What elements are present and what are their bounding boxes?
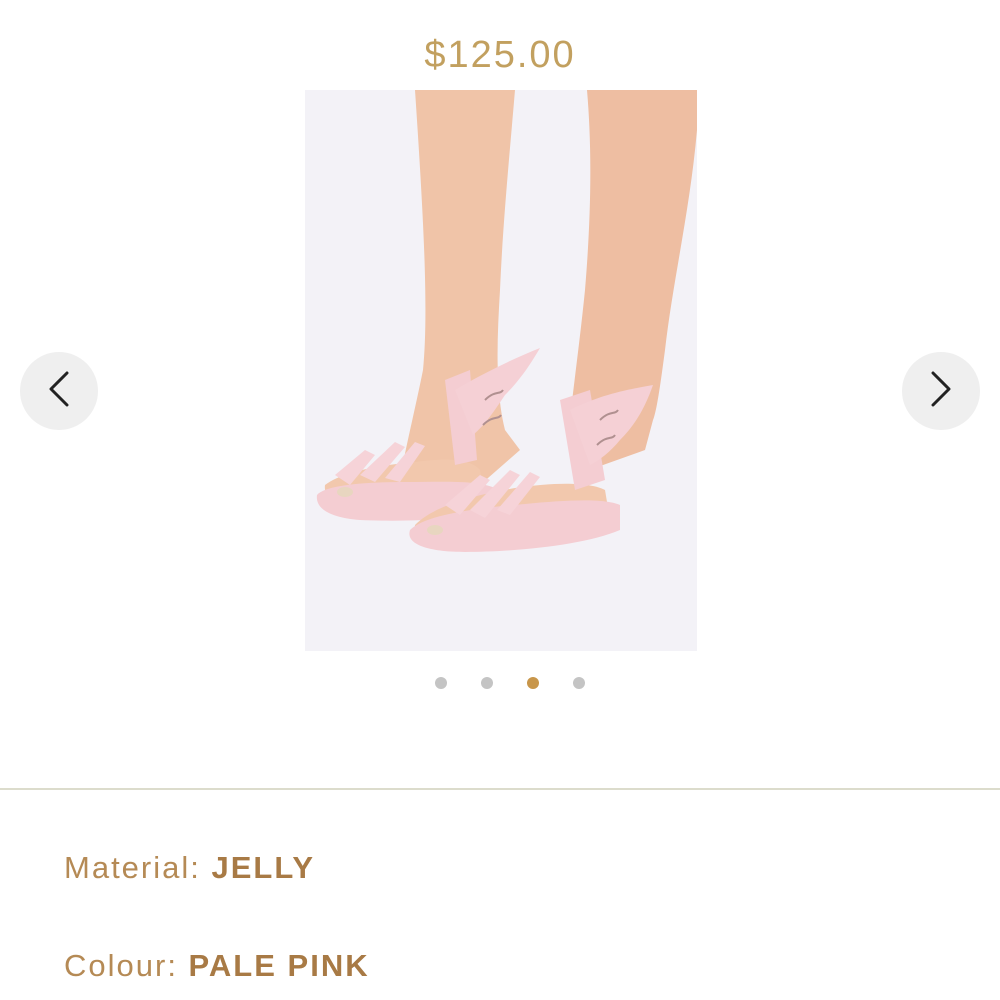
material-value: JELLY [211, 850, 316, 885]
pagination-dot-active[interactable] [527, 677, 539, 689]
next-image-button[interactable] [902, 352, 980, 430]
section-divider [0, 788, 1000, 790]
colour-label: Colour: [64, 948, 189, 983]
chevron-right-icon [929, 369, 953, 414]
pagination-dot[interactable] [435, 677, 447, 689]
colour-attribute: Colour: PALE PINK [64, 946, 370, 986]
carousel-pagination [0, 677, 1000, 691]
sandal-photo [305, 90, 697, 651]
material-label: Material: [64, 850, 212, 885]
previous-image-button[interactable] [20, 352, 98, 430]
chevron-left-icon [47, 369, 71, 414]
pagination-dot[interactable] [573, 677, 585, 689]
colour-value: PALE PINK [188, 948, 370, 983]
pagination-dot[interactable] [481, 677, 493, 689]
product-image[interactable] [305, 90, 697, 651]
product-price: $125.00 [424, 34, 576, 76]
material-attribute: Material: JELLY [64, 848, 315, 888]
